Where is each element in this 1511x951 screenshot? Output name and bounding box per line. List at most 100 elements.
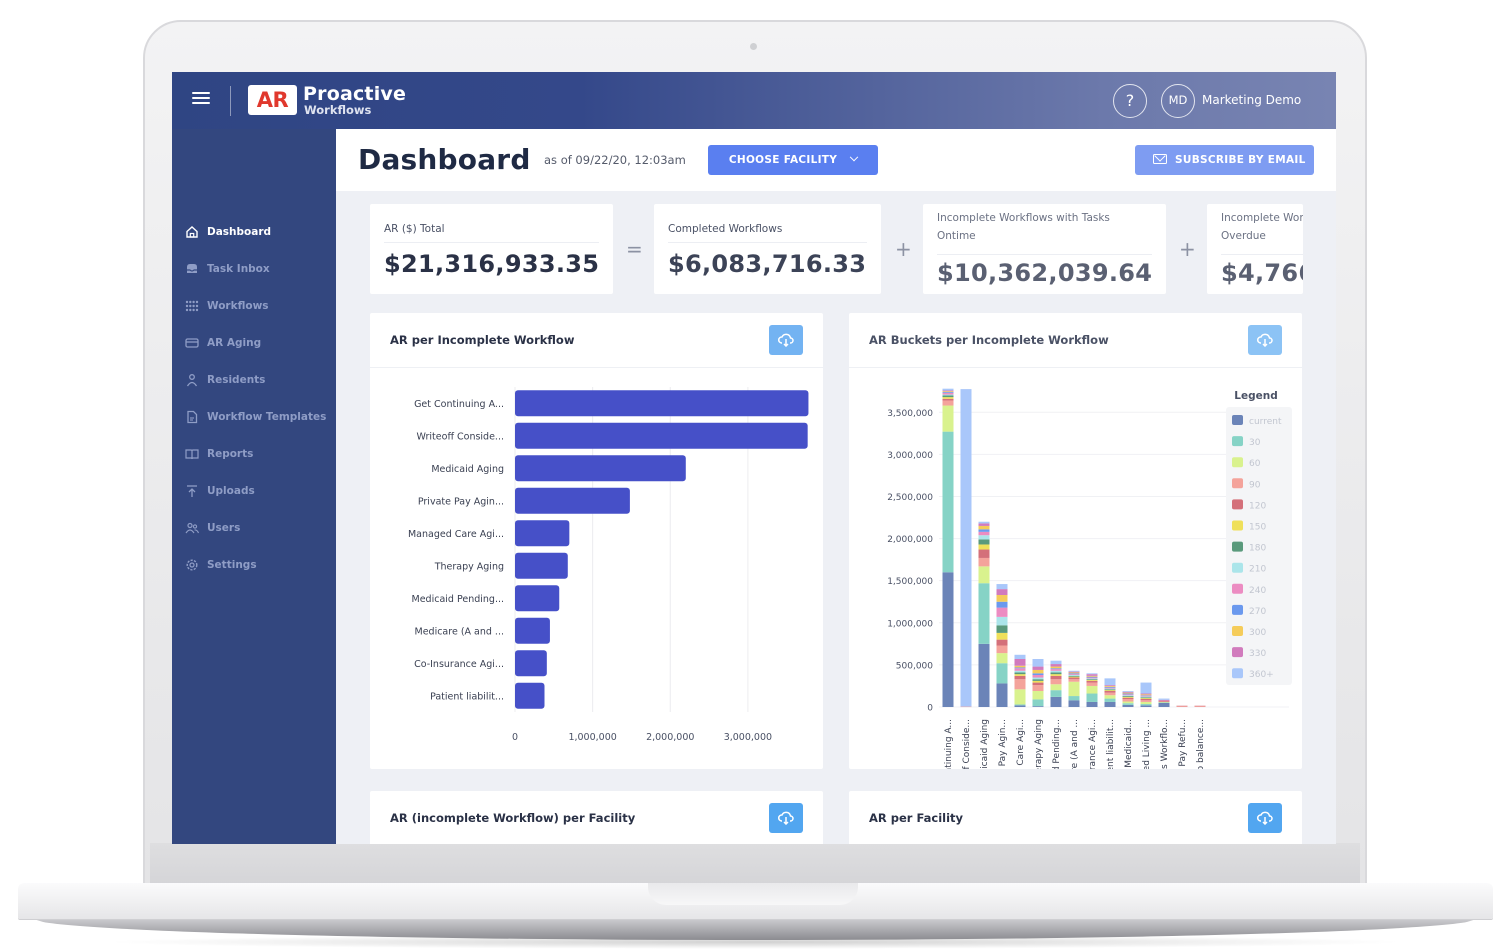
stack-segment-330[interactable] [996, 589, 1008, 595]
stack-segment-180[interactable] [1140, 697, 1152, 699]
legend-label[interactable]: 300 [1249, 628, 1266, 638]
sidebar-item-users[interactable]: Users [184, 517, 240, 539]
bar[interactable] [515, 390, 809, 417]
stack-segment-240[interactable] [1104, 687, 1116, 689]
stack-segment-current[interactable] [1122, 704, 1134, 707]
stack-segment-360+[interactable] [1014, 654, 1026, 659]
stack-segment-30[interactable] [1068, 696, 1080, 701]
stack-segment-90[interactable] [996, 645, 1008, 654]
stack-segment-240[interactable] [978, 531, 990, 536]
stack-segment-300[interactable] [942, 391, 954, 393]
stack-segment-210[interactable] [1068, 675, 1080, 676]
stack-segment-330[interactable] [1086, 674, 1098, 676]
stack-segment-300[interactable] [1104, 685, 1116, 687]
stack-segment-120[interactable] [996, 639, 1008, 646]
stack-segment-150[interactable] [1014, 674, 1026, 676]
stack-segment-330[interactable] [978, 523, 990, 526]
bar[interactable] [515, 487, 630, 514]
choose-facility-button[interactable]: CHOOSE FACILITY [708, 145, 878, 175]
stack-segment-300[interactable] [1050, 666, 1062, 669]
legend-label[interactable]: 330 [1249, 649, 1266, 659]
sidebar-item-uploads[interactable]: Uploads [184, 480, 255, 502]
stack-segment-120[interactable] [1050, 675, 1062, 680]
stack-segment-90[interactable] [1014, 679, 1026, 690]
stack-segment-240[interactable] [996, 607, 1008, 617]
stack-segment-120[interactable] [1104, 691, 1116, 693]
stack-segment-330[interactable] [942, 390, 954, 392]
stack-segment-90[interactable] [1158, 701, 1170, 703]
stack-segment-330[interactable] [1140, 693, 1152, 695]
stack-segment-270[interactable] [1032, 673, 1044, 675]
stack-segment-90[interactable] [1194, 706, 1206, 707]
stack-segment-270[interactable] [1068, 673, 1080, 675]
stack-segment-30[interactable] [996, 663, 1008, 684]
stack-segment-360+[interactable] [1140, 682, 1152, 694]
stack-segment-60[interactable] [1050, 684, 1062, 691]
stack-segment-240[interactable] [1140, 695, 1152, 697]
bar[interactable] [515, 617, 550, 644]
stack-segment-90[interactable] [960, 706, 972, 708]
stack-segment-240[interactable] [1068, 674, 1080, 675]
stack-segment-330[interactable] [1014, 659, 1026, 666]
stack-segment-210[interactable] [1104, 688, 1116, 690]
stack-segment-30[interactable] [978, 583, 990, 644]
download-button[interactable] [1248, 325, 1282, 355]
stack-segment-30[interactable] [1086, 693, 1098, 702]
bar[interactable] [515, 585, 560, 612]
stack-segment-60[interactable] [996, 653, 1008, 664]
stack-segment-300[interactable] [1086, 675, 1098, 677]
stack-segment-150[interactable] [1140, 698, 1152, 699]
stack-segment-300[interactable] [1032, 669, 1044, 674]
stack-segment-270[interactable] [942, 392, 954, 393]
sidebar-item-dashboard[interactable]: Dashboard [184, 221, 271, 243]
stack-segment-300[interactable] [1068, 672, 1080, 674]
stack-segment-current[interactable] [1104, 701, 1116, 707]
stack-segment-current[interactable] [1032, 706, 1044, 707]
stack-segment-60[interactable] [1086, 685, 1098, 694]
stack-segment-90[interactable] [942, 400, 954, 406]
stack-segment-270[interactable] [978, 529, 990, 532]
download-button[interactable] [769, 803, 803, 833]
legend-label[interactable]: 210 [1249, 565, 1266, 575]
stack-segment-180[interactable] [978, 539, 990, 545]
stack-segment-60[interactable] [1068, 681, 1080, 697]
stack-segment-current[interactable] [1014, 705, 1026, 707]
stack-segment-180[interactable] [1068, 675, 1080, 677]
stack-segment-300[interactable] [978, 525, 990, 530]
sidebar-item-reports[interactable]: Reports [184, 443, 253, 465]
stack-segment-current[interactable] [1158, 702, 1170, 707]
stack-segment-30[interactable] [1014, 704, 1026, 706]
stack-segment-60[interactable] [1140, 701, 1152, 705]
legend-label[interactable]: 90 [1249, 480, 1261, 490]
stack-segment-210[interactable] [942, 394, 954, 396]
stack-segment-180[interactable] [1032, 679, 1044, 681]
sidebar-item-workflow-templates[interactable]: Workflow Templates [184, 406, 326, 428]
legend-label[interactable]: 360+ [1249, 670, 1274, 680]
stack-segment-210[interactable] [1122, 695, 1134, 697]
stack-segment-270[interactable] [1104, 686, 1116, 688]
stack-segment-360+[interactable] [1032, 659, 1044, 667]
sidebar-item-residents[interactable]: Residents [184, 369, 265, 391]
sidebar-item-ar-aging[interactable]: AR Aging [184, 332, 261, 354]
stack-segment-120[interactable] [1086, 680, 1098, 683]
stack-segment-90[interactable] [1086, 682, 1098, 686]
bar[interactable] [515, 682, 545, 709]
stack-segment-150[interactable] [978, 544, 990, 550]
stack-segment-270[interactable] [1122, 693, 1134, 695]
stack-segment-150[interactable] [942, 397, 954, 399]
legend-label[interactable]: 60 [1249, 459, 1261, 469]
stack-segment-360+[interactable] [996, 584, 1008, 590]
stack-segment-360+[interactable] [1122, 691, 1134, 692]
stack-segment-30[interactable] [942, 431, 954, 573]
stack-segment-360+[interactable] [1068, 670, 1080, 672]
stack-segment-current[interactable] [1050, 696, 1062, 707]
stack-segment-330[interactable] [1068, 671, 1080, 673]
stack-segment-240[interactable] [1014, 668, 1026, 671]
stack-segment-60[interactable] [978, 566, 990, 584]
stack-segment-210[interactable] [1014, 670, 1026, 673]
stack-segment-180[interactable] [1104, 689, 1116, 691]
stack-segment-330[interactable] [1032, 666, 1044, 670]
bar[interactable] [515, 520, 570, 547]
stack-segment-120[interactable] [1194, 705, 1206, 707]
stack-segment-330[interactable] [1050, 664, 1062, 667]
